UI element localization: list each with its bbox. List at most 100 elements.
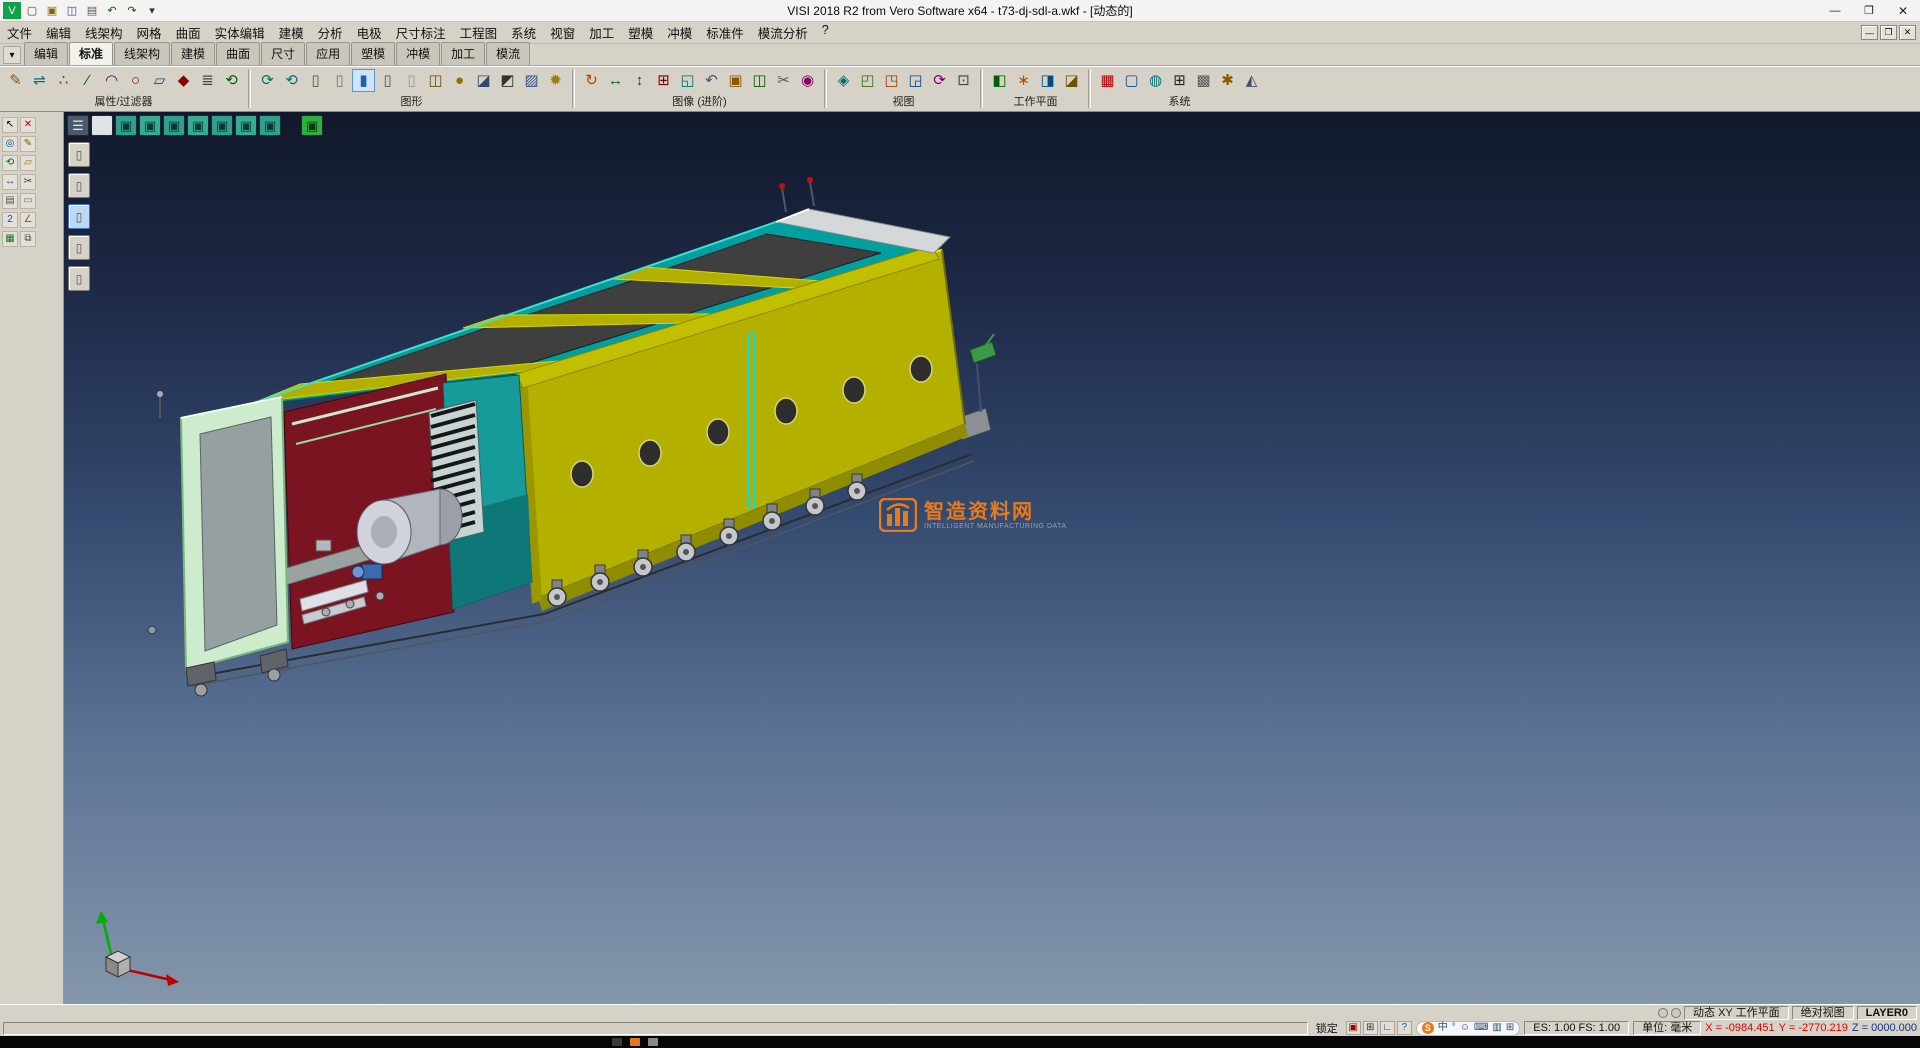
ribbon-tab[interactable]: 编辑 xyxy=(24,42,68,65)
view-snapshot-icon[interactable]: ▣ xyxy=(724,69,747,92)
clipboard-slot-4[interactable]: ▯ xyxy=(68,235,90,260)
menu-item[interactable]: 网格 xyxy=(130,21,169,44)
view-cube-bottom-icon[interactable]: ▣ xyxy=(259,115,281,136)
erase-icon[interactable]: ▱ xyxy=(20,155,36,171)
filter-circles-icon[interactable]: ○ xyxy=(124,69,147,92)
display-settings-icon[interactable]: ▢ xyxy=(1120,69,1143,92)
zoom-window-icon[interactable]: ⊞ xyxy=(652,69,675,92)
hatch-pattern-icon[interactable]: ▩ xyxy=(1192,69,1215,92)
menu-item[interactable]: 线架构 xyxy=(78,21,130,44)
ribbon-tab[interactable]: 尺寸 xyxy=(261,42,305,65)
transparent-mode-icon[interactable]: ▯ xyxy=(400,69,423,92)
trim-scissors-icon[interactable]: ✂ xyxy=(20,174,36,190)
menu-item[interactable]: 标准件 xyxy=(699,21,751,44)
view-cube-iso-icon[interactable]: ▣ xyxy=(115,115,137,136)
viewport-style-blank-icon[interactable] xyxy=(91,115,113,136)
undo-icon[interactable]: ↶ xyxy=(103,2,121,19)
clip-plane-icon[interactable]: ✂ xyxy=(772,69,795,92)
render-quality-icon[interactable]: ● xyxy=(448,69,471,92)
shadow-toggle-icon[interactable]: ◩ xyxy=(496,69,519,92)
regenerate-icon[interactable]: ⟲ xyxy=(280,69,303,92)
calc-2-icon[interactable]: 2 xyxy=(2,212,18,228)
sketch-pencil-icon[interactable]: ✎ xyxy=(20,136,36,152)
dynamic-pan-icon[interactable]: ↔ xyxy=(604,69,627,92)
lock-toggle[interactable]: 锁定 xyxy=(1312,1020,1342,1036)
menu-item[interactable]: 电极 xyxy=(350,21,389,44)
wireframe-mode-icon[interactable]: ▯ xyxy=(304,69,327,92)
ribbon-tab[interactable]: 塑模 xyxy=(351,42,395,65)
quick-access-dropdown[interactable]: ▾ xyxy=(143,2,161,19)
globe-language-icon[interactable]: ◍ xyxy=(1144,69,1167,92)
3d-model-die-assembly[interactable] xyxy=(64,112,1920,1004)
taskbar-app-1[interactable] xyxy=(612,1038,622,1046)
ime-toolbox-icon[interactable]: ⊞ xyxy=(1506,1023,1514,1033)
delete-icon[interactable]: ✕ xyxy=(20,117,36,133)
filter-arcs-icon[interactable]: ◠ xyxy=(100,69,123,92)
ribbon-tab[interactable]: 模流 xyxy=(486,42,530,65)
zoom-previous-icon[interactable]: ↶ xyxy=(700,69,723,92)
menu-item[interactable]: 编辑 xyxy=(39,21,78,44)
ime-punctuation-icon[interactable]: ° xyxy=(1452,1023,1456,1033)
view-dynamic-icon[interactable]: ⟳ xyxy=(928,69,951,92)
note-icon[interactable]: ▭ xyxy=(20,193,36,209)
menu-item[interactable]: ? xyxy=(815,21,836,44)
ime-emoji-icon[interactable]: ☺ xyxy=(1460,1023,1470,1033)
view-front-icon[interactable]: ◳ xyxy=(880,69,903,92)
chart-layers-icon[interactable]: ▦ xyxy=(2,231,18,247)
menu-item[interactable]: 视窗 xyxy=(543,21,582,44)
perspective-toggle-icon[interactable]: ◪ xyxy=(472,69,495,92)
menu-item[interactable]: 塑模 xyxy=(621,21,660,44)
workplane-view-icon[interactable]: ◪ xyxy=(1060,69,1083,92)
dynamic-section-icon[interactable]: ◫ xyxy=(424,69,447,92)
close-button[interactable]: ✕ xyxy=(1886,0,1920,21)
light-settings-icon[interactable]: ✹ xyxy=(544,69,567,92)
view-top-icon[interactable]: ◰ xyxy=(856,69,879,92)
image-capture-icon[interactable]: ◉ xyxy=(796,69,819,92)
clipboard-slot-1[interactable]: ▯ xyxy=(68,142,90,167)
mdi-restore-button[interactable]: ❐ xyxy=(1880,25,1897,40)
open-file-icon[interactable]: ▣ xyxy=(43,2,61,19)
filter-surfaces-icon[interactable]: ▱ xyxy=(148,69,171,92)
menu-item[interactable]: 曲面 xyxy=(169,21,208,44)
menu-item[interactable]: 文件 xyxy=(0,21,39,44)
workplane-status[interactable]: 动态 XY 工作平面 xyxy=(1684,1006,1789,1020)
viewport-3d[interactable]: ☰ ▣ ▣ ▣ ▣ ▣ ▣ ▣ ▣ ▯ xyxy=(64,112,1920,1004)
grid-settings-icon[interactable]: ⊞ xyxy=(1168,69,1191,92)
system-options-icon[interactable]: ✱ xyxy=(1216,69,1239,92)
ribbon-tab[interactable]: 建模 xyxy=(171,42,215,65)
print-icon[interactable]: ▤ xyxy=(83,2,101,19)
new-file-icon[interactable]: ▢ xyxy=(23,2,41,19)
menu-item[interactable]: 工程图 xyxy=(453,21,505,44)
ribbon-tab[interactable]: 加工 xyxy=(441,42,485,65)
redo-icon[interactable]: ↷ xyxy=(123,2,141,19)
grid-toggle-icon[interactable]: ⊞ xyxy=(1363,1021,1378,1035)
shaded-mode-icon[interactable]: ▮ xyxy=(352,69,375,92)
filter-lines-icon[interactable]: ∕ xyxy=(76,69,99,92)
menu-item[interactable]: 冲模 xyxy=(660,21,699,44)
filter-layers-icon[interactable]: ≣ xyxy=(196,69,219,92)
view-cube-left-icon[interactable]: ▣ xyxy=(187,115,209,136)
menu-item[interactable]: 加工 xyxy=(582,21,621,44)
ime-chinese-icon[interactable]: 中 xyxy=(1438,1023,1448,1033)
workplane-on-face-icon[interactable]: ◨ xyxy=(1036,69,1059,92)
view-cube-top-icon[interactable]: ▣ xyxy=(235,115,257,136)
filter-points-icon[interactable]: ∴ xyxy=(52,69,75,92)
ime-keyboard-icon[interactable]: ⌨ xyxy=(1474,1023,1488,1033)
ribbon-tab[interactable]: 曲面 xyxy=(216,42,260,65)
mdi-minimize-button[interactable]: — xyxy=(1861,25,1878,40)
menu-item[interactable]: 系统 xyxy=(504,21,543,44)
view-isometric-icon[interactable]: ◈ xyxy=(832,69,855,92)
menu-item[interactable]: 实体编辑 xyxy=(208,21,272,44)
ime-skin-icon[interactable]: ▥ xyxy=(1492,1023,1501,1033)
clipboard-slot-2[interactable]: ▯ xyxy=(68,173,90,198)
mdi-close-button[interactable]: ✕ xyxy=(1899,25,1916,40)
clipboard-slot-3[interactable]: ▯ xyxy=(68,204,90,229)
save-file-icon[interactable]: ◫ xyxy=(63,2,81,19)
select-arrow-icon[interactable]: ↖ xyxy=(2,117,18,133)
maximize-button[interactable]: ❐ xyxy=(1852,0,1886,21)
shaded-edge-mode-icon[interactable]: ▯ xyxy=(376,69,399,92)
menu-item[interactable]: 建模 xyxy=(272,21,311,44)
redraw-icon[interactable]: ⟳ xyxy=(256,69,279,92)
background-settings-icon[interactable]: ▨ xyxy=(520,69,543,92)
view-cube-back-icon[interactable]: ▣ xyxy=(163,115,185,136)
